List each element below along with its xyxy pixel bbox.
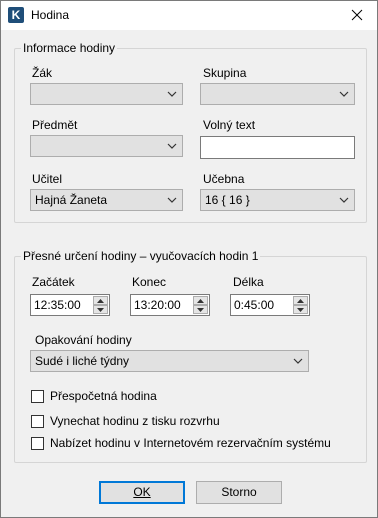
timing-group-legend: Přesné určení hodiny – vyučovacích hodin… (21, 249, 261, 263)
chevron-down-icon (339, 197, 349, 203)
chevron-down-icon (293, 358, 303, 364)
ok-label: OK (133, 485, 151, 499)
nabizet-label: Nabízet hodinu v Internetovém rezervační… (50, 436, 331, 450)
zacatek-down-button[interactable] (93, 305, 108, 314)
arrow-down-icon (97, 307, 104, 312)
ok-button[interactable]: OK (99, 481, 185, 504)
zacatek-up-button[interactable] (93, 296, 108, 305)
info-group-legend: Informace hodiny (21, 41, 118, 55)
konec-value: 13:20:00 (134, 298, 181, 312)
close-icon (351, 9, 363, 21)
ucebna-label: Učebna (203, 172, 245, 186)
delka-down-button[interactable] (293, 305, 308, 314)
zacatek-value: 12:35:00 (34, 298, 81, 312)
skupina-combobox[interactable] (200, 83, 355, 105)
close-button[interactable] (343, 4, 371, 26)
konec-down-button[interactable] (193, 305, 208, 314)
delka-label: Délka (233, 275, 264, 289)
prespocetna-checkbox-row[interactable]: Přespočetná hodina (31, 388, 157, 404)
window-title: Hodina (31, 8, 70, 22)
nabizet-checkbox-row[interactable]: Nabízet hodinu v Internetovém rezervační… (31, 435, 331, 451)
cancel-label: Storno (221, 485, 257, 499)
zak-label: Žák (32, 66, 53, 80)
zacatek-label: Začátek (32, 275, 75, 289)
zacatek-time-input[interactable]: 12:35:00 (30, 294, 110, 316)
konec-label: Konec (132, 275, 167, 289)
arrow-down-icon (197, 307, 204, 312)
delka-value: 0:45:00 (234, 298, 275, 312)
chevron-down-icon (167, 143, 177, 149)
volny-text-label: Volný text (203, 118, 256, 132)
predmet-label: Předmět (32, 118, 78, 132)
cancel-button[interactable]: Storno (196, 481, 282, 504)
opakovani-label: Opakování hodiny (35, 333, 132, 347)
ucebna-combobox[interactable]: 16 { 16 } (200, 189, 355, 211)
opakovani-combobox[interactable]: Sudé i liché týdny (30, 350, 309, 372)
ucitel-combobox[interactable]: Hajná Žaneta (30, 189, 183, 211)
dialog-window: K Hodina Informace hodiny Žák Skupina Př… (0, 0, 378, 518)
opakovani-value: Sudé i liché týdny (35, 354, 130, 368)
vynechat-checkbox-row[interactable]: Vynechat hodinu z tisku rozvrhu (31, 413, 220, 429)
chevron-down-icon (339, 91, 349, 97)
zak-combobox[interactable] (30, 83, 183, 105)
arrow-up-icon (197, 298, 204, 303)
vynechat-label: Vynechat hodinu z tisku rozvrhu (50, 414, 220, 428)
chevron-down-icon (167, 91, 177, 97)
prespocetna-checkbox[interactable] (31, 389, 44, 403)
app-logo-icon: K (8, 7, 24, 23)
nabizet-checkbox[interactable] (31, 436, 44, 450)
ucitel-label: Učitel (32, 172, 63, 186)
delka-time-input[interactable]: 0:45:00 (230, 294, 310, 316)
arrow-up-icon (297, 298, 304, 303)
konec-up-button[interactable] (193, 296, 208, 305)
konec-time-input[interactable]: 13:20:00 (130, 294, 210, 316)
vynechat-checkbox[interactable] (31, 414, 44, 428)
chevron-down-icon (167, 197, 177, 203)
skupina-label: Skupina (203, 66, 247, 80)
ucitel-value: Hajná Žaneta (35, 193, 108, 207)
arrow-up-icon (97, 298, 104, 303)
ucebna-value: 16 { 16 } (205, 193, 250, 207)
volny-text-input[interactable] (200, 136, 355, 159)
prespocetna-label: Přespočetná hodina (50, 389, 157, 403)
predmet-combobox[interactable] (30, 135, 183, 157)
arrow-down-icon (297, 307, 304, 312)
title-bar: K Hodina (1, 1, 377, 30)
delka-up-button[interactable] (293, 296, 308, 305)
